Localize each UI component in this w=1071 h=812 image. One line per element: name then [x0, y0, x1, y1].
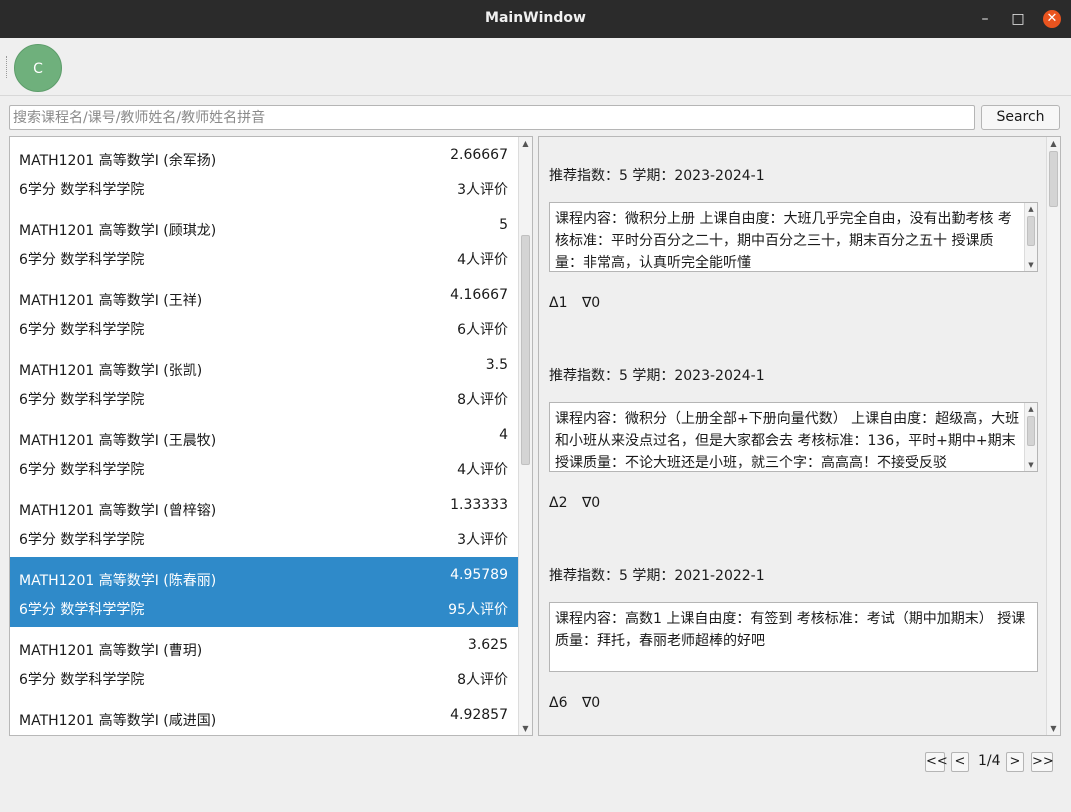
course-title: MATH1201 高等数学I (顾琪龙): [19, 223, 217, 239]
course-review-count: 95人评价: [448, 602, 508, 618]
next-page-button[interactable]: >: [1006, 752, 1024, 772]
course-score: 4.95789: [450, 567, 508, 583]
review-content: 课程内容：微积分（上册全部+下册向量代数） 上课自由度：超级高，大班和小班从来没…: [555, 411, 1020, 471]
course-title: MATH1201 高等数学I (余军扬): [19, 153, 217, 169]
course-list-scrollbar[interactable]: ▲ ▼: [518, 137, 532, 735]
scrollbar-thumb[interactable]: [521, 235, 530, 465]
course-score: 2.66667: [450, 147, 508, 163]
scroll-down-icon[interactable]: ▼: [519, 722, 532, 735]
scroll-down-icon[interactable]: ▼: [1025, 459, 1037, 471]
scroll-up-icon[interactable]: ▲: [519, 137, 532, 150]
course-score: 3.625: [467, 637, 508, 653]
scroll-up-icon[interactable]: ▲: [1047, 137, 1060, 150]
course-review-count: 6人评价: [457, 322, 508, 338]
course-title: MATH1201 高等数学I (陈春丽): [19, 573, 217, 589]
course-review-count: 3人评价: [457, 182, 508, 198]
course-list-item[interactable]: MATH1201 高等数学I (曹玥) 3.625 6学分 数学科学学院 8人评…: [10, 627, 518, 697]
course-score: 4.92857: [450, 707, 508, 723]
course-list-item[interactable]: MATH1201 高等数学I (张凯) 3.5 6学分 数学科学学院 8人评价: [10, 347, 518, 417]
course-credits-dept: 6学分 数学科学学院: [19, 252, 145, 268]
course-credits-dept: 6学分 数学科学学院: [19, 532, 145, 548]
course-score: 3.5: [485, 357, 508, 373]
toolbar: [0, 38, 1071, 96]
course-score: 4: [499, 427, 508, 443]
window-title: MainWindow: [485, 10, 586, 26]
course-credits-dept: 6学分 数学科学学院: [19, 322, 145, 338]
review-votes: Δ2 ∇0: [549, 495, 610, 511]
review-meta: 推荐指数：5 学期：2021-2022-1: [549, 568, 765, 584]
course-review-count: 3人评价: [457, 532, 508, 548]
scroll-up-icon[interactable]: ▲: [1025, 203, 1037, 215]
scroll-down-icon[interactable]: ▼: [1047, 722, 1060, 735]
course-credits-dept: 6学分 数学科学学院: [19, 672, 145, 688]
title-bar: MainWindow – □ ✕: [0, 0, 1071, 38]
course-title: MATH1201 高等数学I (咸进国): [19, 713, 217, 729]
upvote-count[interactable]: Δ6: [549, 695, 567, 711]
search-input[interactable]: [9, 105, 975, 130]
review-content: 课程内容：微积分上册 上课自由度：大班几乎完全自由，没有出勤考核 考核标准：平时…: [555, 211, 1012, 271]
course-list-item[interactable]: MATH1201 高等数学I (余军扬) 2.66667 6学分 数学科学学院 …: [10, 137, 518, 207]
course-list-item[interactable]: MATH1201 高等数学I (曾梓镕) 1.33333 6学分 数学科学学院 …: [10, 487, 518, 557]
review-content-box[interactable]: 课程内容：微积分上册 上课自由度：大班几乎完全自由，没有出勤考核 考核标准：平时…: [549, 202, 1038, 272]
review-content-box[interactable]: 课程内容：微积分（上册全部+下册向量代数） 上课自由度：超级高，大班和小班从来没…: [549, 402, 1038, 472]
course-credits-dept: 6学分 数学科学学院: [19, 182, 145, 198]
upvote-count[interactable]: Δ2: [549, 495, 567, 511]
course-review-count: 4人评价: [457, 252, 508, 268]
downvote-count[interactable]: ∇0: [582, 695, 600, 711]
scrollbar-thumb[interactable]: [1027, 216, 1035, 246]
review-scrollbar[interactable]: ▲ ▼: [1024, 403, 1037, 471]
review-votes: Δ1 ∇0: [549, 295, 610, 311]
course-credits-dept: 6学分 数学科学学院: [19, 462, 145, 478]
course-list-item[interactable]: MATH1201 高等数学I (王晨牧) 4 6学分 数学科学学院 4人评价: [10, 417, 518, 487]
avatar[interactable]: C: [14, 44, 62, 92]
review-meta: 推荐指数：5 学期：2023-2024-1: [549, 168, 765, 184]
review-votes: Δ6 ∇0: [549, 695, 610, 711]
first-page-button[interactable]: <<: [925, 752, 948, 772]
minimize-icon[interactable]: –: [976, 10, 994, 28]
course-list-item[interactable]: MATH1201 高等数学I (王祥) 4.16667 6学分 数学科学学院 6…: [10, 277, 518, 347]
course-list[interactable]: MATH1201 高等数学I (余军扬) 2.66667 6学分 数学科学学院 …: [9, 136, 533, 736]
search-button[interactable]: Search: [981, 105, 1060, 130]
course-list-item-selected[interactable]: MATH1201 高等数学I (陈春丽) 4.95789 6学分 数学科学学院 …: [10, 557, 518, 627]
close-icon[interactable]: ✕: [1043, 10, 1061, 28]
review-panel-scrollbar[interactable]: ▲ ▼: [1046, 137, 1060, 735]
course-title: MATH1201 高等数学I (曹玥): [19, 643, 203, 659]
upvote-count[interactable]: Δ1: [549, 295, 567, 311]
course-credits-dept: 6学分 数学科学学院: [19, 392, 145, 408]
course-title: MATH1201 高等数学I (张凯): [19, 363, 203, 379]
course-list-item[interactable]: MATH1201 高等数学I (咸进国) 4.92857: [10, 697, 518, 735]
scrollbar-thumb[interactable]: [1027, 416, 1035, 446]
course-review-count: 8人评价: [457, 392, 508, 408]
course-score: 1.33333: [450, 497, 508, 513]
scroll-down-icon[interactable]: ▼: [1025, 259, 1037, 271]
course-score: 4.16667: [450, 287, 508, 303]
course-review-count: 4人评价: [457, 462, 508, 478]
review-meta: 推荐指数：5 学期：2023-2024-1: [549, 368, 765, 384]
course-score: 5: [499, 217, 508, 233]
course-list-item[interactable]: MATH1201 高等数学I (顾琪龙) 5 6学分 数学科学学院 4人评价: [10, 207, 518, 277]
scrollbar-thumb[interactable]: [1049, 151, 1058, 207]
course-credits-dept: 6学分 数学科学学院: [19, 602, 145, 618]
toolbar-grip-icon[interactable]: [6, 56, 9, 78]
downvote-count[interactable]: ∇0: [582, 295, 600, 311]
prev-page-button[interactable]: <: [951, 752, 969, 772]
course-title: MATH1201 高等数学I (王晨牧): [19, 433, 217, 449]
review-scrollbar[interactable]: ▲ ▼: [1024, 203, 1037, 271]
page-indicator: 1/4: [978, 753, 1001, 769]
review-content-box[interactable]: 课程内容：高数1 上课自由度：有签到 考核标准：考试（期中加期末） 授课质量：拜…: [549, 602, 1038, 672]
review-panel[interactable]: 推荐指数：5 学期：2023-2024-1 课程内容：微积分上册 上课自由度：大…: [538, 136, 1061, 736]
course-title: MATH1201 高等数学I (王祥): [19, 293, 203, 309]
course-review-count: 8人评价: [457, 672, 508, 688]
scroll-up-icon[interactable]: ▲: [1025, 403, 1037, 415]
last-page-button[interactable]: >>: [1031, 752, 1054, 772]
downvote-count[interactable]: ∇0: [582, 495, 600, 511]
course-title: MATH1201 高等数学I (曾梓镕): [19, 503, 217, 519]
review-content: 课程内容：高数1 上课自由度：有签到 考核标准：考试（期中加期末） 授课质量：拜…: [555, 611, 1026, 649]
maximize-icon[interactable]: □: [1009, 10, 1027, 28]
